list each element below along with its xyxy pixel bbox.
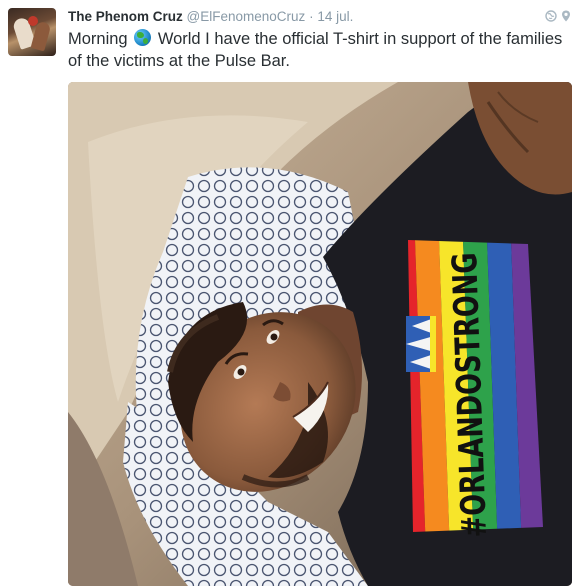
location-pin-icon[interactable] <box>560 10 572 22</box>
globe-emoji-icon <box>134 29 152 46</box>
tweet-card: The Phenom Cruz @ElFenomenoCruz · 14 jul… <box>0 0 580 588</box>
author-avatar[interactable] <box>8 8 56 56</box>
tweet-text-start: Morning <box>68 30 128 48</box>
tweet-timestamp[interactable]: 14 jul. <box>317 9 353 24</box>
globe-icon[interactable] <box>545 10 557 22</box>
author-name[interactable]: The Phenom Cruz <box>68 9 183 24</box>
tweet-photo[interactable]: #ORLANDOSTRONG <box>68 82 572 586</box>
author-handle[interactable]: @ElFenomenoCruz <box>187 9 306 24</box>
header-icons <box>545 10 572 22</box>
tweet-header: The Phenom Cruz @ElFenomenoCruz · 14 jul… <box>68 8 572 26</box>
separator-dot: · <box>309 9 314 24</box>
tweet-text: Morning World I have the official T-shir… <box>68 28 568 72</box>
photo-illustration: #ORLANDOSTRONG <box>68 82 572 586</box>
